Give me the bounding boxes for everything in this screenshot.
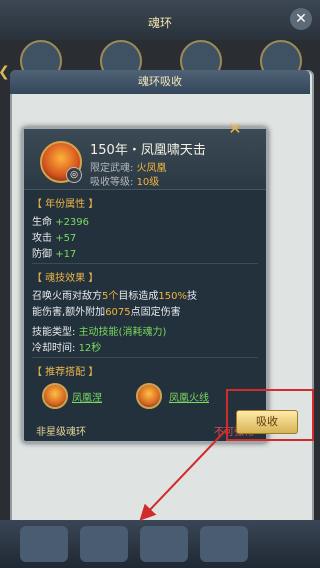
arrow-annotation <box>139 429 227 521</box>
